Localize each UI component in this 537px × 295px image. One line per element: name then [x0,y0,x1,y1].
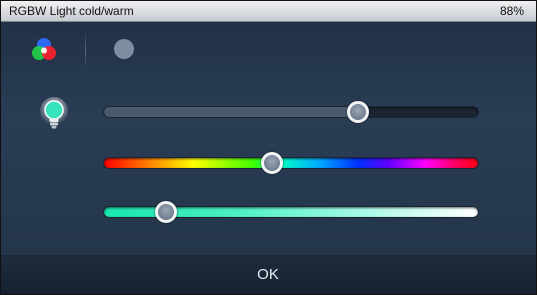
rgb-circles-icon[interactable] [29,36,59,66]
light-bulb-icon [40,97,68,129]
window-title: RGBW Light cold/warm [9,4,134,18]
color-temperature-slider-handle[interactable] [154,201,177,223]
rgbw-light-dialog: RGBW Light cold/warm 88% OK [0,0,537,295]
brightness-slider-handle[interactable] [347,101,370,123]
brightness-fill [104,107,359,117]
mode-divider [85,30,86,70]
dialog-footer: OK [1,253,536,294]
brightness-percent: 88% [499,4,524,18]
ok-button[interactable]: OK [228,260,308,288]
hue-slider-handle[interactable] [261,152,284,174]
brightness-slider[interactable] [104,101,478,123]
color-temperature-slider[interactable] [104,201,478,223]
hue-slider[interactable] [104,152,478,174]
title-bar: RGBW Light cold/warm 88% [1,1,536,22]
mode-selector [1,22,536,76]
white-dot-icon[interactable] [114,39,134,59]
